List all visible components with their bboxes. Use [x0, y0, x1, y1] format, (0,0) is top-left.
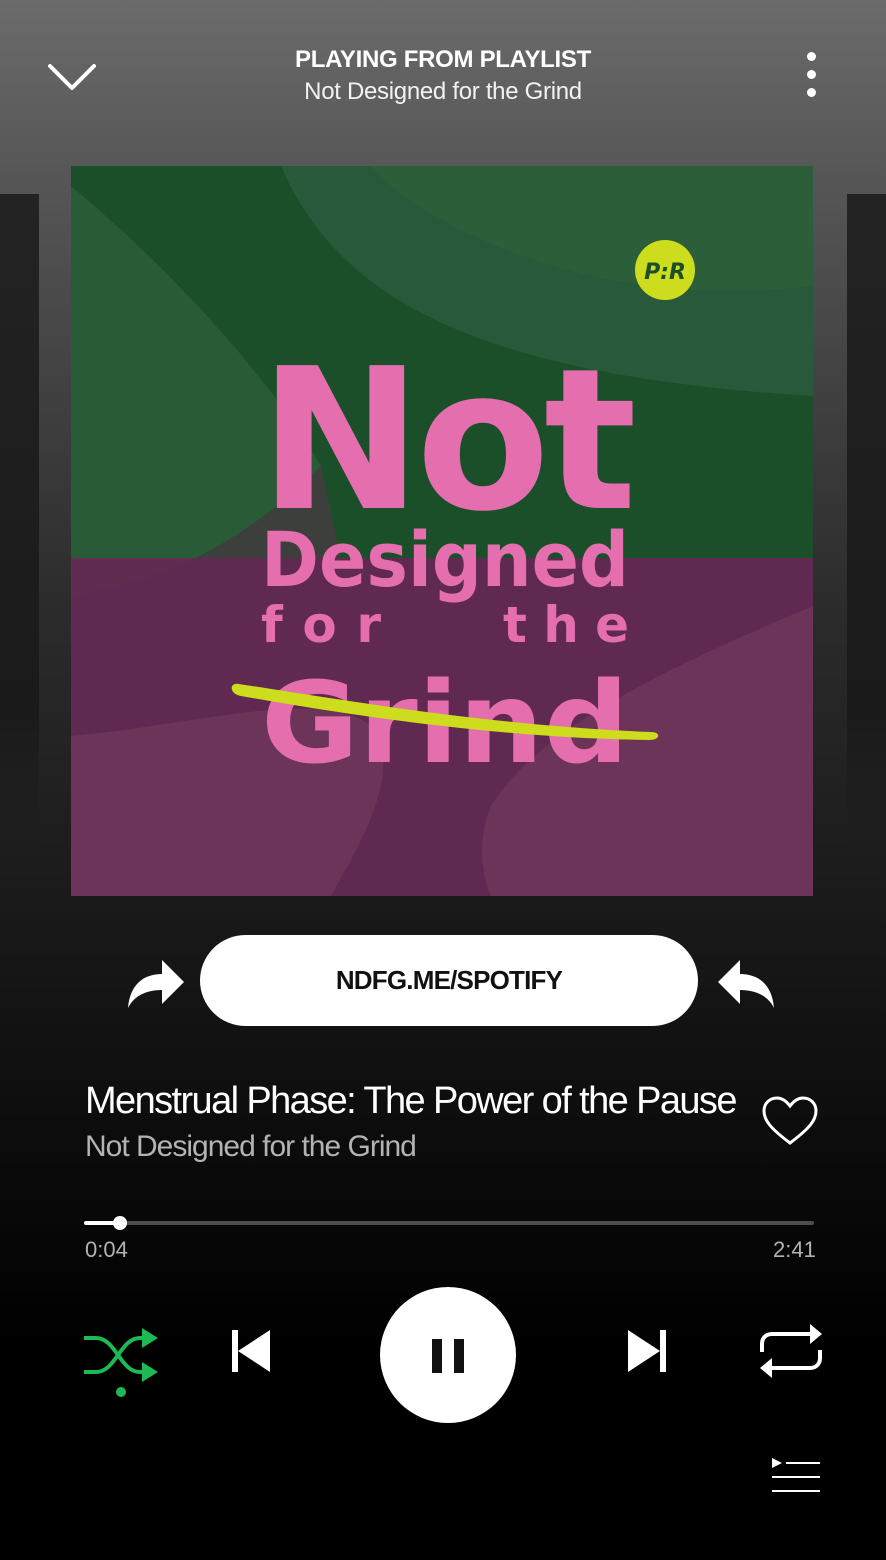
reply-arrow-icon[interactable]	[714, 954, 780, 1014]
elapsed-time: 0:04	[85, 1237, 128, 1262]
more-options-button[interactable]	[796, 52, 826, 102]
shuffle-button[interactable]	[82, 1324, 162, 1400]
header-context: PLAYING FROM PLAYLIST Not Designed for t…	[0, 46, 886, 106]
skip-next-icon	[628, 1330, 666, 1372]
total-duration: 2:41	[773, 1237, 816, 1262]
progress-track	[84, 1221, 814, 1225]
more-vertical-icon	[796, 52, 826, 97]
like-button[interactable]	[760, 1094, 820, 1148]
previous-track-peek[interactable]	[0, 194, 39, 844]
skip-previous-icon	[232, 1330, 270, 1372]
pause-button[interactable]	[380, 1287, 516, 1423]
cover-title-for: for	[261, 596, 381, 654]
repeat-button[interactable]	[756, 1322, 826, 1380]
share-row: NDFG.ME/SPOTIFY	[0, 932, 886, 1032]
next-track-peek[interactable]	[847, 194, 886, 844]
cover-title-the: the	[503, 596, 629, 654]
previous-track-button[interactable]	[226, 1326, 276, 1376]
album-cover: P:R Not Designed for the Grind	[71, 166, 813, 896]
cover-title-designed: Designed	[261, 515, 629, 604]
context-label: PLAYING FROM PLAYLIST	[295, 46, 591, 73]
shuffle-icon	[84, 1328, 158, 1397]
playback-progress-bar[interactable]	[84, 1214, 814, 1232]
share-link-button[interactable]: NDFG.ME/SPOTIFY	[200, 935, 698, 1026]
now-playing-header: PLAYING FROM PLAYLIST Not Designed for t…	[0, 0, 886, 150]
next-track-button[interactable]	[622, 1326, 672, 1376]
queue-icon	[772, 1458, 820, 1492]
shuffle-active-dot	[116, 1387, 126, 1397]
repeat-icon	[760, 1324, 822, 1378]
cover-artwork: P:R Not Designed for the Grind	[71, 166, 813, 896]
pause-icon	[432, 1339, 464, 1373]
track-title[interactable]: Menstrual Phase: The Power of the Pause	[85, 1080, 737, 1123]
share-arrow-icon[interactable]	[122, 954, 188, 1014]
progress-scrubber[interactable]	[112, 1216, 127, 1230]
playlist-name[interactable]: Not Designed for the Grind	[0, 78, 886, 106]
track-artist[interactable]: Not Designed for the Grind	[85, 1130, 417, 1164]
queue-button[interactable]	[768, 1456, 824, 1496]
heart-icon	[762, 1096, 818, 1145]
cover-badge-text: P:R	[644, 260, 686, 285]
